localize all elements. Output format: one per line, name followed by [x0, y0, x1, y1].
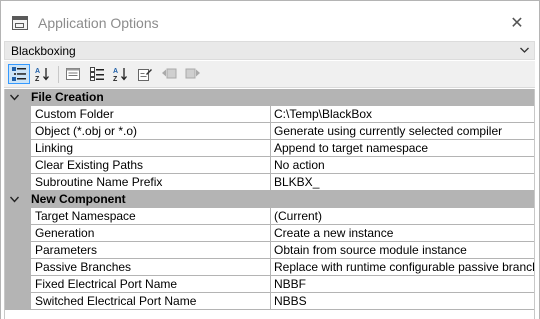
object-selector-value: Blackboxing: [11, 44, 76, 58]
chevron-down-icon: [520, 47, 529, 53]
redo-icon: [185, 68, 200, 79]
property-row[interactable]: Object (*.obj or *.o) Generate using cur…: [5, 123, 534, 140]
property-grid: File Creation Custom Folder C:\Temp\Blac…: [4, 89, 535, 319]
svg-text:Z: Z: [35, 76, 40, 82]
property-value[interactable]: (Current): [271, 208, 534, 225]
property-row[interactable]: Custom Folder C:\Temp\BlackBox: [5, 106, 534, 123]
property-name[interactable]: Custom Folder: [31, 106, 271, 123]
redo-button[interactable]: [182, 64, 204, 84]
property-row[interactable]: Subroutine Name Prefix BLKBX_: [5, 174, 534, 191]
property-name[interactable]: Generation: [31, 225, 271, 242]
sort-az-icon: A Z: [113, 68, 127, 82]
property-row[interactable]: Generation Create a new instance: [5, 225, 534, 242]
property-name[interactable]: Parameters: [31, 242, 271, 259]
grid-empty-area: [5, 310, 534, 319]
property-row[interactable]: Switched Electrical Port Name NBBS: [5, 293, 534, 310]
edit-icon: [138, 69, 152, 81]
categorized-icon: [12, 67, 26, 81]
property-row[interactable]: Parameters Obtain from source module ins…: [5, 242, 534, 259]
property-name[interactable]: Fixed Electrical Port Name: [31, 276, 271, 293]
sort-az-button[interactable]: A Z: [110, 64, 132, 84]
alphabetical-icon: A Z: [35, 68, 49, 82]
svg-text:A: A: [35, 68, 40, 75]
collapse-icon[interactable]: [10, 94, 19, 101]
property-row[interactable]: Target Namespace (Current): [5, 208, 534, 225]
property-value[interactable]: Append to target namespace: [271, 140, 534, 157]
edit-button[interactable]: [134, 64, 156, 84]
property-pages-icon: [66, 68, 80, 80]
categorized-alt-icon: [90, 67, 104, 81]
window-title: Application Options: [38, 15, 159, 31]
svg-text:Z: Z: [113, 76, 118, 82]
categorized-button[interactable]: [8, 64, 30, 84]
alphabetical-button[interactable]: A Z: [32, 64, 54, 84]
property-name[interactable]: Object (*.obj or *.o): [31, 123, 271, 140]
property-name[interactable]: Clear Existing Paths: [31, 157, 271, 174]
category-file-creation[interactable]: File Creation: [5, 89, 534, 106]
property-name[interactable]: Subroutine Name Prefix: [31, 174, 271, 191]
svg-text:A: A: [113, 68, 118, 75]
property-row[interactable]: Linking Append to target namespace: [5, 140, 534, 157]
undo-icon: [162, 68, 177, 79]
category-new-component[interactable]: New Component: [5, 191, 534, 208]
property-pages-button[interactable]: [62, 64, 84, 84]
category-label: File Creation: [31, 90, 104, 104]
property-value[interactable]: Obtain from source module instance: [271, 242, 534, 259]
property-value[interactable]: Replace with runtime configurable passiv…: [271, 259, 534, 276]
application-options-window: Application Options ✕ Blackboxing A Z A …: [0, 0, 540, 319]
categorized-alt-button[interactable]: [86, 64, 108, 84]
application-icon: [12, 16, 28, 30]
property-name[interactable]: Switched Electrical Port Name: [31, 293, 271, 310]
close-button[interactable]: ✕: [495, 7, 539, 39]
property-row[interactable]: Fixed Electrical Port Name NBBF: [5, 276, 534, 293]
undo-button[interactable]: [158, 64, 180, 84]
property-value[interactable]: NBBS: [271, 293, 534, 310]
property-value[interactable]: C:\Temp\BlackBox: [271, 106, 534, 123]
property-grid-toolbar: A Z A Z: [4, 61, 535, 88]
property-name[interactable]: Passive Branches: [31, 259, 271, 276]
property-row[interactable]: Clear Existing Paths No action: [5, 157, 534, 174]
property-row[interactable]: Passive Branches Replace with runtime co…: [5, 259, 534, 276]
property-value[interactable]: NBBF: [271, 276, 534, 293]
property-value[interactable]: Generate using currently selected compil…: [271, 123, 534, 140]
property-name[interactable]: Linking: [31, 140, 271, 157]
property-value[interactable]: No action: [271, 157, 534, 174]
object-selector-dropdown[interactable]: Blackboxing: [4, 41, 535, 60]
category-label: New Component: [31, 192, 126, 206]
property-value[interactable]: Create a new instance: [271, 225, 534, 242]
title-bar: Application Options ✕: [1, 1, 539, 41]
property-value[interactable]: BLKBX_: [271, 174, 534, 191]
property-name[interactable]: Target Namespace: [31, 208, 271, 225]
collapse-icon[interactable]: [10, 196, 19, 203]
